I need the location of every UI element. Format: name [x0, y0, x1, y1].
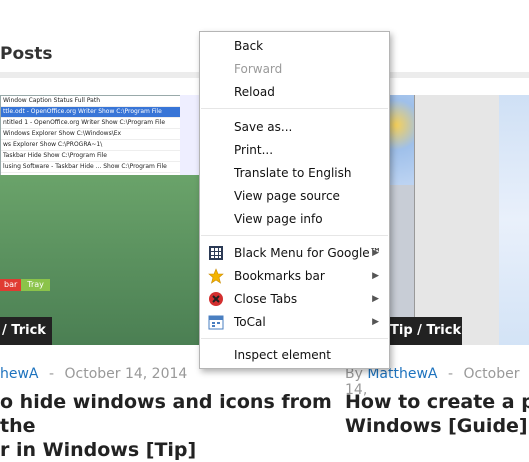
thumbnail-row: ttle.odt - OpenOffice.org Writer Show C:… [1, 107, 181, 118]
menu-separator [201, 108, 388, 109]
left-post-meta: hewA - October 14, 2014 [0, 366, 187, 382]
thumbnail-row: ws Explorer Show C:\PROGRA~1\ [1, 140, 181, 151]
title-line: How to create a pho [345, 391, 529, 413]
submenu-arrow-icon: ▶ [372, 248, 379, 258]
thumbnail-checkbox-column [180, 95, 200, 175]
author-link[interactable]: hewA [0, 366, 39, 382]
thumbnail-flower-image [386, 95, 414, 185]
menu-item-back[interactable]: Back [200, 36, 389, 56]
calendar-icon [208, 314, 224, 330]
thumbnail-tray-labels: bar Tray [0, 279, 60, 291]
submenu-arrow-icon: ▶ [372, 271, 379, 281]
menu-item-inspect[interactable]: Inspect element [200, 345, 389, 365]
thumbnail-row: Taskbar Hide Show C:\Program File [1, 151, 181, 162]
menu-item-black-menu[interactable]: Black Menu for Google™ ▶ [200, 243, 389, 263]
menu-item-close-tabs[interactable]: Close Tabs ▶ [200, 289, 389, 309]
thumbnail-row: lusing Software - Taskbar Hide ... Show … [1, 162, 181, 173]
menu-item-print[interactable]: Print... [200, 140, 389, 160]
menu-separator [201, 235, 388, 236]
submenu-arrow-icon: ▶ [372, 294, 379, 304]
star-icon [208, 268, 224, 284]
section-title: Posts [0, 44, 53, 64]
close-tabs-icon [208, 291, 224, 307]
title-line: r in Windows [Tip] [0, 439, 197, 461]
tray-label-left: bar [0, 279, 22, 291]
right-post-thumbnail[interactable] [386, 95, 529, 345]
context-menu: Back Forward Reload Save as... Print... … [199, 31, 390, 369]
menu-item-view-source[interactable]: View page source [200, 186, 389, 206]
thumbnail-row: ntitled 1 - OpenOffice.org Writer Show C… [1, 118, 181, 129]
title-line: Windows [Guide] [345, 415, 528, 437]
menu-separator [201, 338, 388, 339]
menu-item-save-as[interactable]: Save as... [200, 117, 389, 137]
submenu-arrow-icon: ▶ [372, 317, 379, 327]
thumbnail-row: Windows Explorer Show C:\Windows\Ex [1, 129, 181, 140]
menu-item-tocal[interactable]: ToCal ▶ [200, 312, 389, 332]
menu-item-reload[interactable]: Reload [200, 82, 389, 102]
menu-item-view-info[interactable]: View page info [200, 209, 389, 229]
left-post-thumbnail[interactable]: Window Caption Status Full Path ttle.odt… [0, 95, 200, 345]
menu-item-translate[interactable]: Translate to English [200, 163, 389, 183]
thumbnail-row: Window Caption Status Full Path [1, 96, 181, 107]
thumbnail-settings-panel [414, 95, 500, 345]
menu-item-forward: Forward [234, 62, 283, 76]
right-post-title[interactable]: How to create a pho Windows [Guide] [345, 390, 529, 438]
left-post-title[interactable]: o hide windows and icons from the r in W… [0, 390, 340, 462]
category-tag[interactable]: / Trick [0, 317, 52, 345]
thumbnail-flower-image [499, 95, 529, 345]
menu-item-bookmarks-bar[interactable]: Bookmarks bar ▶ [200, 266, 389, 286]
tray-label-right: Tray [21, 279, 50, 291]
title-line: o hide windows and icons from the [0, 391, 332, 437]
post-date: October 14, 2014 [64, 366, 188, 382]
meta-separator: - [48, 366, 55, 382]
meta-separator: - [447, 366, 454, 382]
thumbnail-window-list: Window Caption Status Full Path ttle.odt… [0, 95, 182, 177]
category-tag[interactable]: Tip / Trick [386, 317, 462, 345]
black-menu-icon [208, 245, 224, 261]
